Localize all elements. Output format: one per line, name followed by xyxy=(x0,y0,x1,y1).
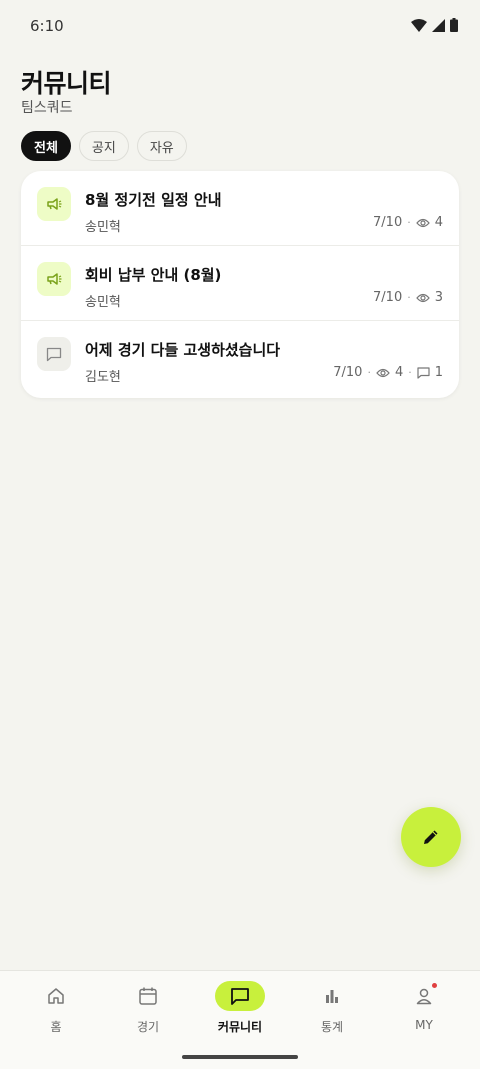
nav-item-stats[interactable]: 통계 xyxy=(286,981,378,1041)
comment-count: 1 xyxy=(434,365,443,380)
nav-item-home[interactable]: 홈 xyxy=(10,981,102,1041)
nav-item-matches[interactable]: 경기 xyxy=(102,981,194,1041)
eye-icon xyxy=(415,218,430,227)
battery-icon xyxy=(450,18,458,32)
nav-item-community[interactable]: 커뮤니티 xyxy=(194,981,286,1041)
view-count: 4 xyxy=(394,365,404,380)
pencil-icon xyxy=(424,830,438,844)
nav-item-my[interactable]: MY xyxy=(378,981,470,1041)
nav-label: 통계 xyxy=(320,1020,344,1034)
post-date: 7/10 xyxy=(373,290,403,305)
post-title: 회비 납부 안내 (8월) xyxy=(85,266,222,284)
community-screen: 6:10 커뮤니티 팀스쿼드 전체 공지 자유 8월 정기전 일정 안내 송민혁… xyxy=(0,0,480,1069)
nav-label: 경기 xyxy=(136,1020,160,1034)
post-meta: 7/10 · 4 xyxy=(373,215,443,230)
calendar-icon xyxy=(123,981,173,1011)
home-icon xyxy=(31,981,81,1011)
nav-label: 커뮤니티 xyxy=(217,1020,263,1034)
post-author: 송민혁 xyxy=(85,295,121,310)
post-author: 김도현 xyxy=(85,370,121,385)
megaphone-icon xyxy=(37,262,71,296)
post-list: 8월 정기전 일정 안내 송민혁 7/10 · 4 회비 납부 안내 (8월) … xyxy=(21,171,459,398)
bottom-nav: 홈 경기 커뮤니티 통계 MY xyxy=(0,970,480,1069)
post-item[interactable]: 회비 납부 안내 (8월) 송민혁 7/10 · 3 xyxy=(21,246,459,321)
notification-badge xyxy=(432,983,437,988)
status-bar: 6:10 xyxy=(0,0,480,52)
meta-separator: · xyxy=(367,366,371,379)
post-meta: 7/10 · 4 · 1 xyxy=(333,365,443,380)
filter-chip-free[interactable]: 자유 xyxy=(136,131,187,161)
wifi-icon xyxy=(411,18,427,32)
status-icons xyxy=(411,18,458,32)
post-date: 7/10 xyxy=(333,365,363,380)
post-meta: 7/10 · 3 xyxy=(373,290,443,305)
team-name: 팀스쿼드 xyxy=(21,100,73,116)
status-time: 6:10 xyxy=(30,17,64,35)
post-author: 송민혁 xyxy=(85,220,121,235)
meta-separator: · xyxy=(407,291,411,304)
post-title: 어제 경기 다들 고생하셨습니다 xyxy=(85,341,281,359)
post-title: 8월 정기전 일정 안내 xyxy=(85,191,222,209)
comment-icon xyxy=(417,366,430,379)
nav-label: 홈 xyxy=(50,1020,62,1034)
user-icon xyxy=(399,981,449,1011)
write-post-button[interactable] xyxy=(401,807,461,867)
filter-chip-all[interactable]: 전체 xyxy=(21,131,71,161)
filter-chips: 전체 공지 자유 xyxy=(21,131,187,161)
post-item[interactable]: 어제 경기 다들 고생하셨습니다 김도현 7/10 · 4 · 1 xyxy=(21,321,459,398)
nav-label: MY xyxy=(415,1018,433,1032)
eye-icon xyxy=(376,368,390,377)
view-count: 4 xyxy=(434,215,443,230)
view-count: 3 xyxy=(434,290,443,305)
megaphone-icon xyxy=(37,187,71,221)
post-date: 7/10 xyxy=(373,215,403,230)
chat-bubble-icon xyxy=(215,981,265,1011)
signal-icon xyxy=(432,18,445,32)
home-indicator xyxy=(182,1055,298,1059)
filter-chip-notice[interactable]: 공지 xyxy=(78,131,129,161)
post-item[interactable]: 8월 정기전 일정 안내 송민혁 7/10 · 4 xyxy=(21,171,459,246)
chat-bubble-icon xyxy=(37,337,71,371)
page-title: 커뮤니티 xyxy=(21,69,112,98)
meta-separator: · xyxy=(407,216,411,229)
meta-separator: · xyxy=(408,366,412,379)
eye-icon xyxy=(415,293,430,302)
bar-chart-icon xyxy=(307,981,357,1011)
